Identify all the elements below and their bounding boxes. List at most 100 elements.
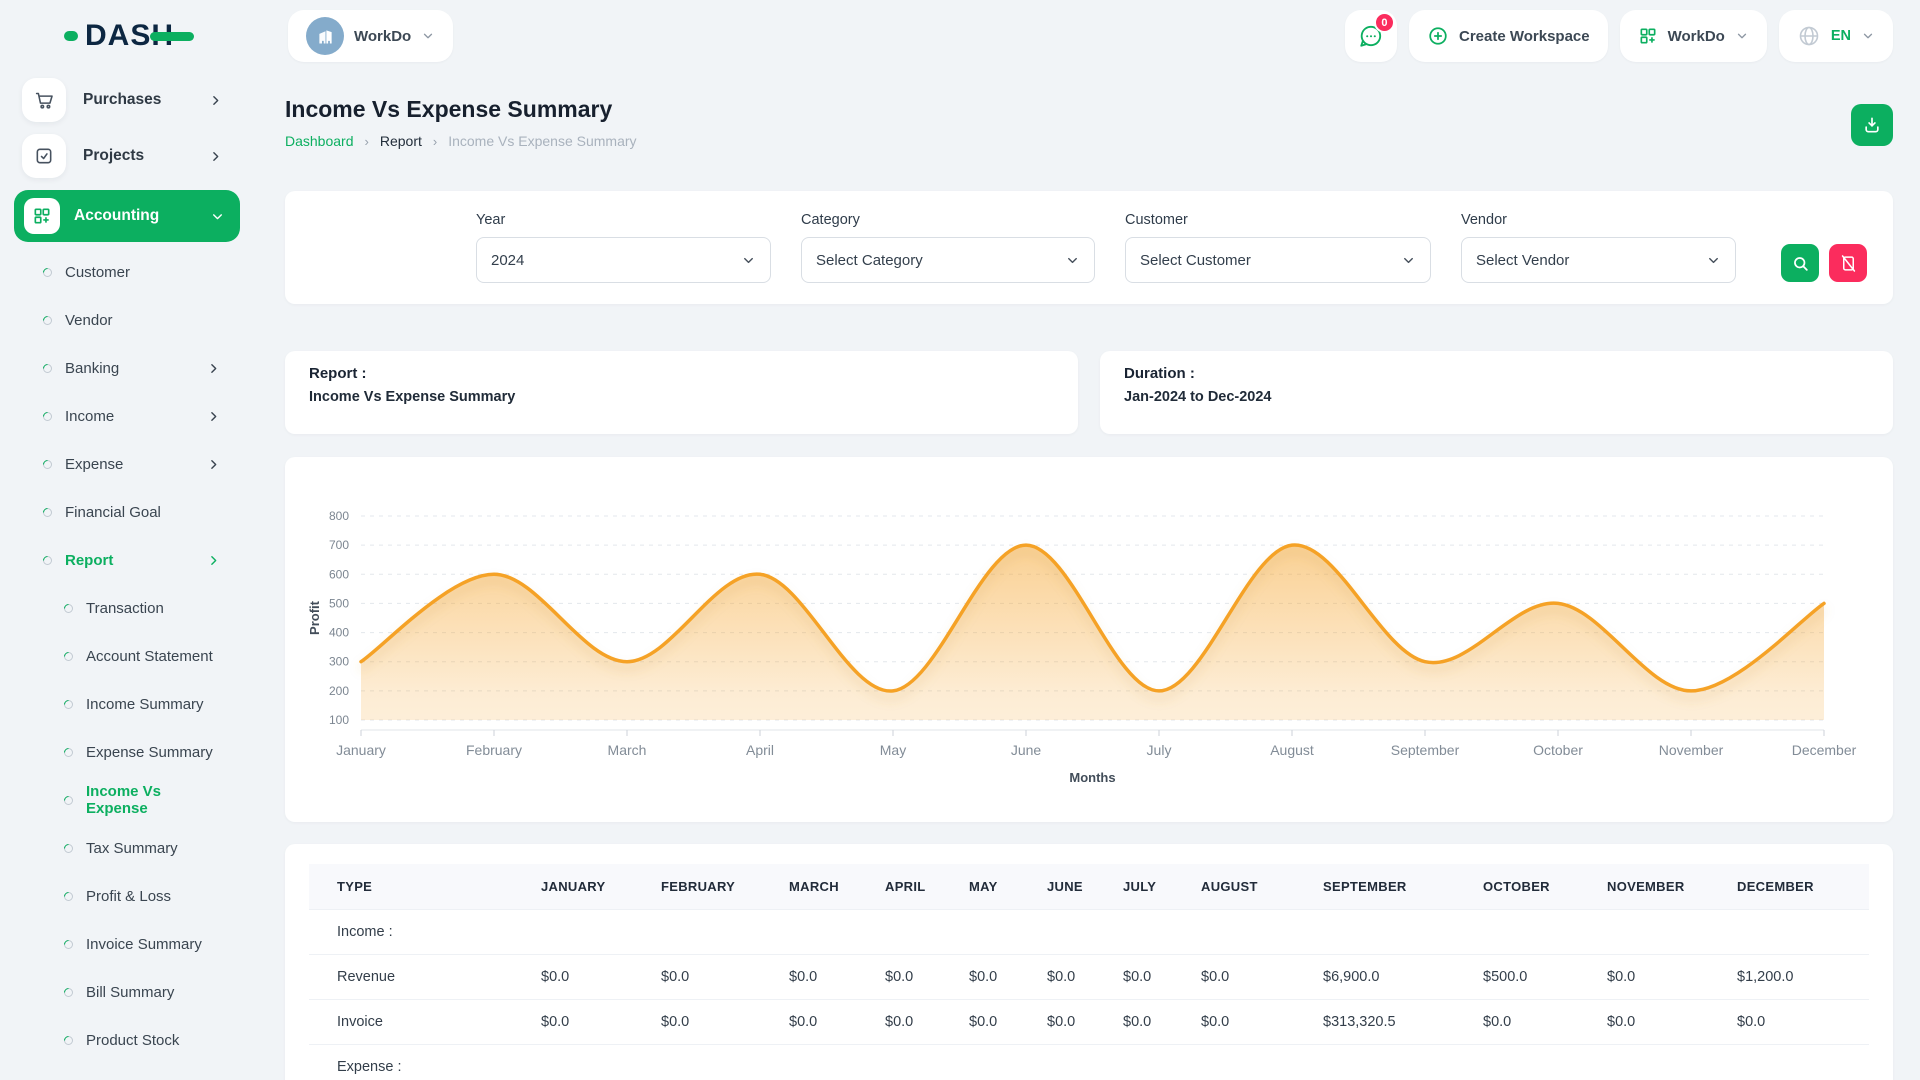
sidebar-item-transaction[interactable]: Transaction — [0, 584, 240, 632]
breadcrumb-report[interactable]: Report — [380, 133, 422, 149]
sidebar-item-vendor[interactable]: Vendor — [0, 296, 240, 344]
cell-value: $0.0 — [873, 1000, 957, 1045]
cell-value: $0.0 — [1189, 955, 1311, 1000]
svg-text:400: 400 — [329, 626, 349, 640]
report-card-value: Income Vs Expense Summary — [309, 389, 1054, 405]
vendor-label: Vendor — [1461, 212, 1736, 228]
sidebar-item-financial-goal[interactable]: Financial Goal — [0, 488, 240, 536]
sidebar-item-income-vs-expense[interactable]: Income Vs Expense — [0, 776, 240, 824]
bullet-icon — [64, 652, 73, 661]
sidebar-item-income-summary[interactable]: Income Summary — [0, 680, 240, 728]
svg-text:June: June — [1011, 742, 1042, 758]
sidebar: DASH Purchases Projects Accounting Customer… — [0, 0, 240, 1080]
svg-text:July: July — [1147, 742, 1172, 758]
sidebar-item-accounting[interactable]: Accounting — [14, 190, 240, 242]
sidebar-item-tax-summary[interactable]: Tax Summary — [0, 824, 240, 872]
sidebar-item-label: Customer — [65, 264, 130, 281]
sidebar-item-customer[interactable]: Customer — [0, 248, 240, 296]
sidebar-item-income[interactable]: Income — [0, 392, 240, 440]
sidebar-item-expense[interactable]: Expense — [0, 440, 240, 488]
cell-value: $0.0 — [777, 955, 873, 1000]
bullet-icon — [43, 508, 52, 517]
customer-select[interactable]: Select Customer — [1125, 237, 1431, 283]
sidebar-item-product-stock[interactable]: Product Stock — [0, 1016, 240, 1064]
column-header: NOVEMBER — [1595, 864, 1725, 910]
cell-value: $0.0 — [1111, 1000, 1189, 1045]
logo-dash-icon — [64, 31, 78, 41]
sidebar-item-label: Product Stock — [86, 1032, 179, 1049]
customer-label: Customer — [1125, 212, 1431, 228]
sidebar-item-banking[interactable]: Banking — [0, 344, 240, 392]
grid-plus-icon — [1638, 26, 1658, 46]
sidebar-item-report[interactable]: Report — [0, 536, 240, 584]
cell-value: $0.0 — [529, 1000, 649, 1045]
sidebar-item-profit-loss[interactable]: Profit & Loss — [0, 872, 240, 920]
search-button[interactable] — [1781, 244, 1819, 282]
cell-value: $0.0 — [1035, 1000, 1111, 1045]
chevron-down-icon — [1065, 253, 1080, 268]
brand-logo[interactable]: DASH — [0, 0, 240, 72]
sidebar-item-label: Purchases — [83, 91, 161, 109]
notifications-button[interactable]: 0 — [1345, 10, 1397, 62]
vendor-select[interactable]: Select Vendor — [1461, 237, 1736, 283]
sidebar-item-label: Report — [65, 552, 113, 569]
chevron-right-icon: › — [422, 134, 448, 149]
chevron-down-icon — [1861, 29, 1875, 43]
chevron-right-icon — [207, 554, 220, 567]
search-icon — [1791, 254, 1810, 273]
sidebar-item-projects[interactable]: Projects — [0, 128, 240, 184]
svg-text:April: April — [746, 742, 774, 758]
group-row-label: Income : — [309, 910, 1869, 955]
plus-circle-icon — [1427, 25, 1449, 47]
cell-value: $0.0 — [649, 1000, 777, 1045]
reset-button[interactable] — [1829, 244, 1867, 282]
cell-value: $0.0 — [1035, 955, 1111, 1000]
chevron-down-icon — [1401, 253, 1416, 268]
chevron-right-icon — [207, 362, 220, 375]
filter-vendor: Vendor Select Vendor — [1461, 212, 1736, 283]
sidebar-item-label: Bill Summary — [86, 984, 174, 1001]
create-workspace-button[interactable]: Create Workspace — [1409, 10, 1608, 62]
chevron-right-icon — [209, 150, 222, 163]
report-card-title: Report : — [309, 365, 1054, 382]
topbar: WorkDo 0 Create Workspace — [240, 0, 1920, 72]
group-row-label: Expense : — [309, 1045, 1869, 1080]
vendor-value: Select Vendor — [1476, 252, 1569, 269]
table-card: TYPEJANUARYFEBRUARYMARCHAPRILMAYJUNEJULY… — [285, 844, 1893, 1080]
breadcrumb-dashboard[interactable]: Dashboard — [285, 133, 354, 149]
bullet-icon — [64, 700, 73, 709]
download-button[interactable] — [1851, 104, 1893, 146]
chevron-right-icon: › — [354, 134, 380, 149]
sidebar-item-bill-summary[interactable]: Bill Summary — [0, 968, 240, 1016]
cell-value: $0.0 — [1189, 1000, 1311, 1045]
column-header: MAY — [957, 864, 1035, 910]
workspace-switcher[interactable]: WorkDo — [288, 10, 453, 62]
language-label: EN — [1831, 28, 1851, 44]
building-icon — [306, 17, 344, 55]
svg-text:December: December — [1792, 742, 1857, 758]
bullet-icon — [43, 412, 52, 421]
sidebar-item-account-statement[interactable]: Account Statement — [0, 632, 240, 680]
app-menu-button[interactable]: WorkDo — [1620, 10, 1767, 62]
cell-value: $0.0 — [873, 955, 957, 1000]
sidebar-item-purchases[interactable]: Purchases — [0, 72, 240, 128]
create-workspace-label: Create Workspace — [1459, 28, 1590, 45]
workspace-label: WorkDo — [354, 28, 411, 45]
cart-icon — [22, 78, 66, 122]
sidebar-item-label: Transaction — [86, 600, 164, 617]
profit-area-chart: 100200300400500600700800JanuaryFebruaryM… — [305, 469, 1873, 799]
sidebar-item-invoice-summary[interactable]: Invoice Summary — [0, 920, 240, 968]
sidebar-item-label: Vendor — [65, 312, 113, 329]
bullet-icon — [43, 460, 52, 469]
svg-text:300: 300 — [329, 655, 349, 669]
sidebar-item-cash-flow[interactable]: Cash Flow — [0, 1064, 240, 1080]
table-row: Expense : — [309, 1045, 1869, 1080]
cell-value: $0.0 — [529, 955, 649, 1000]
sidebar-item-label: Tax Summary — [86, 840, 178, 857]
category-select[interactable]: Select Category — [801, 237, 1095, 283]
year-select[interactable]: 2024 — [476, 237, 771, 283]
row-label: Invoice — [309, 1000, 529, 1045]
cell-value: $6,900.0 — [1311, 955, 1471, 1000]
language-selector[interactable]: EN — [1779, 10, 1893, 62]
sidebar-item-expense-summary[interactable]: Expense Summary — [0, 728, 240, 776]
